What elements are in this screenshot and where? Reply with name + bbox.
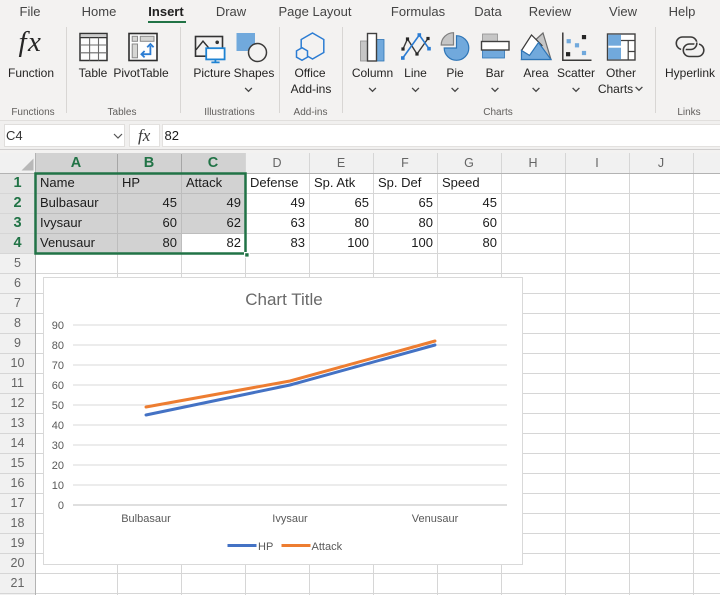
svg-text:0: 0: [58, 500, 64, 512]
svg-text:40: 40: [52, 420, 64, 432]
svg-text:HP: HP: [258, 541, 273, 553]
svg-text:60: 60: [52, 380, 64, 392]
svg-text:fx: fx: [19, 26, 43, 58]
svg-text:90: 90: [52, 320, 64, 332]
svg-text:Chart Title: Chart Title: [245, 290, 322, 309]
svg-text:Ivysaur: Ivysaur: [272, 513, 308, 525]
svg-text:10: 10: [52, 480, 64, 492]
svg-text:Venusaur: Venusaur: [412, 513, 459, 525]
svg-text:50: 50: [52, 400, 64, 412]
svg-text:70: 70: [52, 360, 64, 372]
svg-text:Bulbasaur: Bulbasaur: [121, 513, 171, 525]
svg-text:30: 30: [52, 440, 64, 452]
svg-text:80: 80: [52, 340, 64, 352]
svg-text:20: 20: [52, 460, 64, 472]
svg-text:Attack: Attack: [312, 541, 343, 553]
